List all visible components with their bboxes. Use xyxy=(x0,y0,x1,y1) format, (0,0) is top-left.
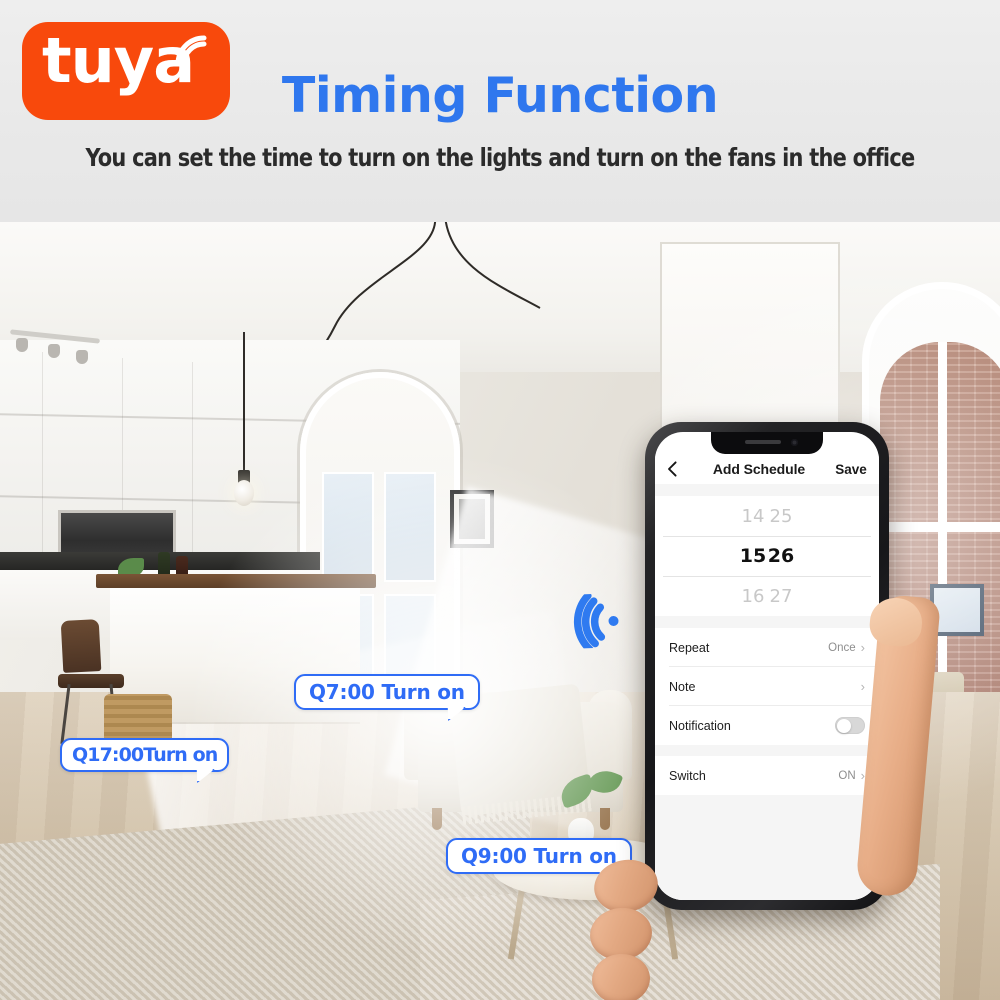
row-value: Once xyxy=(828,641,856,654)
island-countertop xyxy=(96,574,376,588)
chevron-right-icon: › xyxy=(860,640,865,655)
row-notification[interactable]: Notification xyxy=(655,706,879,745)
picker-row-previous[interactable]: 14 25 xyxy=(655,496,879,536)
smartphone: Add Schedule Save 14 25 15 26 16 27 Repe… xyxy=(645,422,889,910)
spot-light xyxy=(48,344,60,358)
picker-row-selected[interactable]: 15 26 xyxy=(655,536,879,576)
row-label: Repeat xyxy=(669,640,710,655)
row-label: Switch xyxy=(669,768,706,783)
screen-title: Add Schedule xyxy=(712,461,806,477)
row-note[interactable]: Note › xyxy=(655,667,879,706)
chevron-right-icon: › xyxy=(860,679,865,694)
leather-chair xyxy=(0,842,360,1000)
phone-notch xyxy=(711,432,823,454)
pendant-cord xyxy=(243,332,245,482)
hour-value: 15 xyxy=(739,545,767,567)
hour-value: 16 xyxy=(741,585,765,607)
time-picker[interactable]: 14 25 15 26 16 27 xyxy=(655,496,879,616)
back-arrow-glyph xyxy=(667,461,677,477)
page-title: Timing Function xyxy=(281,67,719,124)
front-camera xyxy=(791,439,798,446)
toggle-knob xyxy=(836,718,851,733)
wifi-signal-icon xyxy=(573,592,619,650)
callout-text: Q17:00Turn on xyxy=(72,744,218,766)
list-section-gap xyxy=(655,745,879,756)
row-value: ON xyxy=(838,769,856,782)
wifi-icon xyxy=(175,35,207,67)
row-label: Note xyxy=(669,679,696,694)
page-subtitle: You can set the time to turn on the ligh… xyxy=(85,143,916,172)
save-button[interactable]: Save xyxy=(829,462,879,477)
row-switch[interactable]: Switch ON › xyxy=(655,756,879,795)
cabinet-door-seam xyxy=(42,352,43,562)
sofa-foot xyxy=(432,808,442,830)
callout-07-00: Q7:00 Turn on xyxy=(294,674,480,710)
chevron-left-icon[interactable] xyxy=(655,461,689,477)
header: tuya Timing Function You can set the tim… xyxy=(0,0,1000,222)
dining-chair-back xyxy=(60,619,102,673)
callout-text: Q9:00 Turn on xyxy=(461,844,617,868)
row-repeat[interactable]: Repeat Once › xyxy=(655,628,879,667)
cabinet-door-seam xyxy=(192,362,193,567)
thumb xyxy=(855,593,960,926)
promo-banner: tuya Timing Function You can set the tim… xyxy=(0,0,1000,1000)
sofa-foot xyxy=(600,808,610,830)
row-label: Notification xyxy=(669,718,731,733)
settings-list: Repeat Once › Note › Notification Switch… xyxy=(655,628,879,900)
list-bottom-fill xyxy=(655,795,879,900)
picker-row-next[interactable]: 16 27 xyxy=(655,576,879,616)
pendant-bulb xyxy=(234,480,254,506)
minute-value: 25 xyxy=(769,505,793,527)
minute-value: 27 xyxy=(769,585,793,607)
earpiece-speaker xyxy=(745,440,781,444)
spot-light xyxy=(16,338,28,352)
phone-screen: Add Schedule Save 14 25 15 26 16 27 Repe… xyxy=(655,432,879,900)
callout-17-00: Q17:00Turn on xyxy=(60,738,230,772)
notification-toggle[interactable] xyxy=(835,717,865,734)
door-pane xyxy=(322,472,374,582)
navbar-divider xyxy=(655,484,879,496)
hour-value: 14 xyxy=(741,505,765,527)
app-navbar: Add Schedule Save xyxy=(655,454,879,484)
callout-text: Q7:00 Turn on xyxy=(309,680,465,704)
picker-divider-band xyxy=(655,616,879,628)
minute-value: 26 xyxy=(767,545,795,567)
spot-light xyxy=(76,350,88,364)
callout-09-00: Q9:00 Turn on xyxy=(446,838,632,874)
door-pane xyxy=(384,472,436,582)
